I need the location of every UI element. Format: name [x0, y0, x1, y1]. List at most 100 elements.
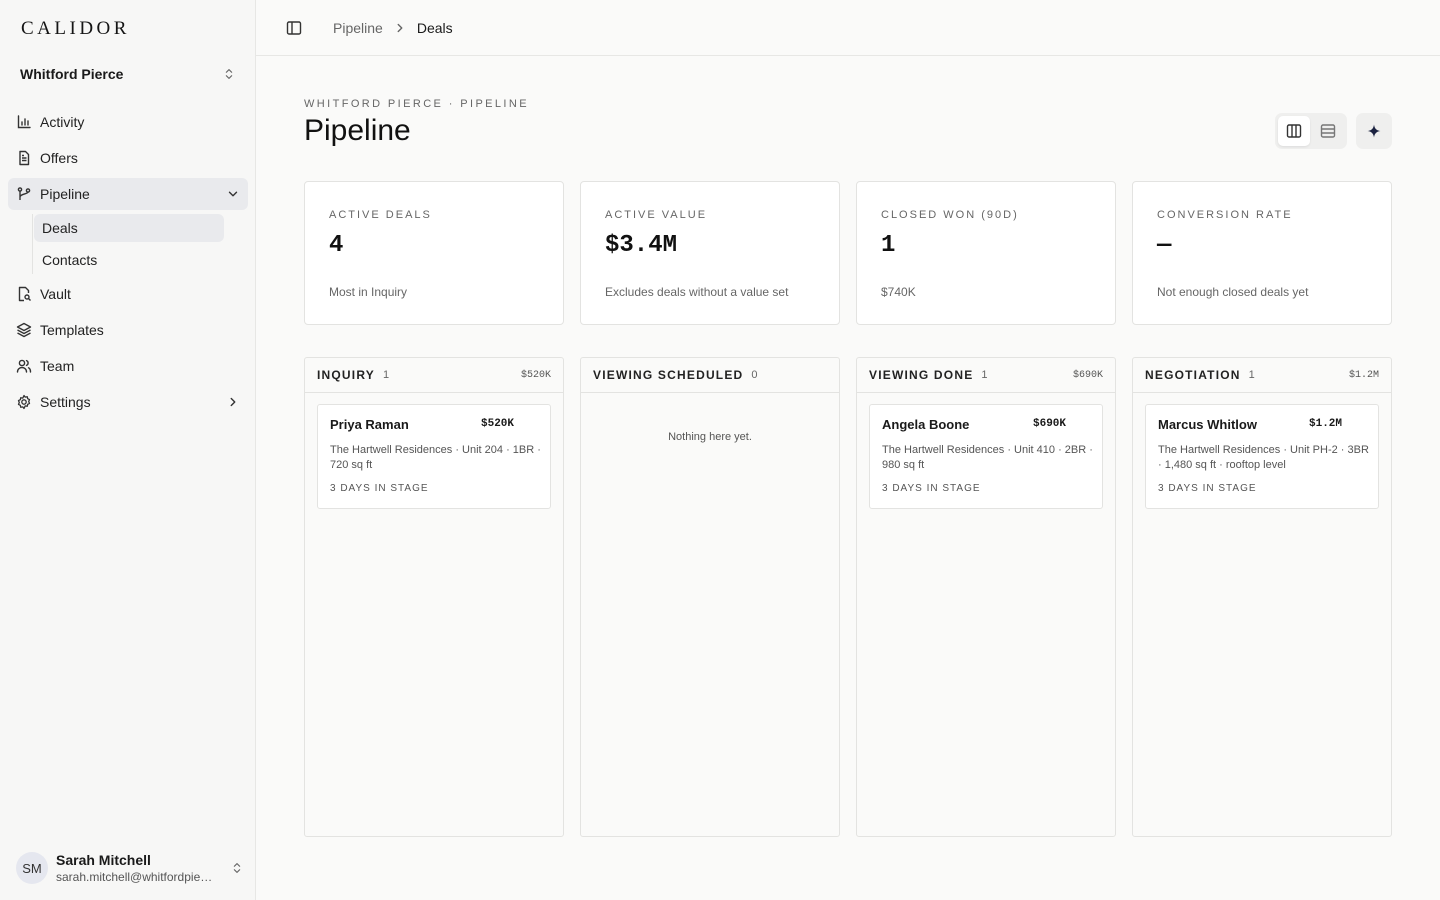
sidebar-item-deals[interactable]: Deals	[34, 214, 224, 242]
stat-note: Excludes deals without a value set	[605, 285, 789, 299]
avatar: SM	[16, 852, 48, 884]
column-sum: $690K	[1072, 369, 1103, 381]
sidebar-item-label: Activity	[40, 114, 85, 130]
user-info: Sarah Mitchell sarah.mitchell@whitfordpi…	[56, 852, 230, 885]
sidebar-item-label: Team	[40, 358, 75, 374]
deal-description: The Hartwell Residences · Unit 410 · 2BR…	[882, 444, 1093, 471]
column-title: VIEWING SCHEDULED	[593, 368, 744, 382]
deal-contact-name: Angela Boone	[882, 417, 970, 432]
deal-card[interactable]: Priya Raman $520K The Hartwell Residence…	[317, 404, 551, 509]
stat-card-closed-won: CLOSED WON (90D) 1 $740K	[856, 181, 1116, 325]
stat-value: $3.4M	[605, 232, 678, 259]
column-negotiation: NEGOTIATION 1 $1.2M Marcus Whitlow $1.2M…	[1132, 357, 1392, 837]
user-menu[interactable]: SM Sarah Mitchell sarah.mitchell@whitfor…	[16, 850, 244, 886]
empty-state: Nothing here yet.	[668, 431, 752, 443]
column-title: VIEWING DONE	[869, 368, 974, 382]
sidebar-nav: Activity Offers Pipeline Deals Contacts …	[8, 106, 248, 422]
deal-description: The Hartwell Residences · Unit 204 · 1BR…	[330, 444, 541, 471]
deal-days-in-stage: 3 DAYS IN STAGE	[882, 483, 981, 494]
file-search-icon	[16, 286, 32, 302]
gear-icon	[16, 394, 32, 410]
column-title: NEGOTIATION	[1145, 368, 1241, 382]
deal-contact-name: Marcus Whitlow	[1158, 417, 1257, 432]
sidebar-item-label: Templates	[40, 322, 104, 338]
rows-icon	[1320, 124, 1336, 138]
columns-icon	[1286, 124, 1302, 138]
stat-label: ACTIVE DEALS	[329, 209, 432, 221]
ai-assist-button[interactable]	[1356, 113, 1392, 149]
column-header: VIEWING DONE 1 $690K	[857, 358, 1115, 393]
sidebar: CALIDOR Whitford Pierce Activity Offers …	[0, 0, 256, 900]
column-title: INQUIRY	[317, 368, 375, 382]
stat-value: 1	[881, 232, 896, 259]
list-view-button[interactable]	[1312, 116, 1344, 146]
org-name: Whitford Pierce	[20, 66, 124, 82]
chevron-right-icon	[393, 21, 407, 35]
bar-chart-icon	[16, 114, 32, 130]
stat-value: 4	[329, 232, 344, 259]
page-title: Pipeline	[304, 114, 411, 147]
layers-icon	[16, 322, 32, 338]
deal-days-in-stage: 3 DAYS IN STAGE	[1158, 483, 1257, 494]
deal-value: $520K	[481, 418, 515, 430]
breadcrumb: Pipeline Deals	[333, 20, 453, 36]
stat-label: ACTIVE VALUE	[605, 209, 708, 221]
sidebar-item-vault[interactable]: Vault	[8, 278, 248, 310]
column-header: NEGOTIATION 1 $1.2M	[1133, 358, 1391, 393]
deal-value: $690K	[1033, 418, 1067, 430]
sidebar-item-activity[interactable]: Activity	[8, 106, 248, 138]
deal-contact-name: Priya Raman	[330, 417, 409, 432]
deal-value: $1.2M	[1309, 418, 1343, 430]
sidebar-item-label: Pipeline	[40, 186, 90, 202]
column-sum: $1.2M	[1348, 369, 1379, 381]
deal-card[interactable]: Angela Boone $690K The Hartwell Residenc…	[869, 404, 1103, 509]
column-count: 1	[981, 369, 988, 381]
stat-note: Most in Inquiry	[329, 285, 408, 299]
column-count: 0	[751, 369, 758, 381]
sidebar-item-label: Vault	[40, 286, 71, 302]
user-email: sarah.mitchell@whitfordpierce.com	[56, 869, 214, 884]
column-header: INQUIRY 1 $520K	[305, 358, 563, 393]
stat-label: CLOSED WON (90D)	[881, 209, 1019, 221]
chevron-up-down-icon	[225, 69, 233, 79]
stat-note: $740K	[881, 285, 916, 299]
column-sum: $520K	[520, 369, 551, 381]
sidebar-item-pipeline[interactable]: Pipeline	[8, 178, 248, 210]
stat-card-active-value: ACTIVE VALUE $3.4M Excludes deals withou…	[580, 181, 840, 325]
breadcrumb-deals: Deals	[416, 19, 453, 36]
user-name: Sarah Mitchell	[56, 851, 151, 868]
app-logo: CALIDOR	[21, 18, 130, 39]
breadcrumb-pipeline[interactable]: Pipeline	[333, 20, 383, 36]
sidebar-item-label: Settings	[40, 394, 91, 410]
column-header: VIEWING SCHEDULED 0	[581, 358, 839, 393]
users-icon	[16, 358, 32, 374]
stat-card-conversion-rate: CONVERSION RATE — Not enough closed deal…	[1132, 181, 1392, 325]
sparkle-icon	[1367, 124, 1381, 138]
sidebar-toggle-icon[interactable]	[286, 20, 302, 36]
page-eyebrow: WHITFORD PIERCE · PIPELINE	[304, 98, 529, 110]
sidebar-item-templates[interactable]: Templates	[8, 314, 248, 346]
chevron-right-icon	[230, 397, 236, 407]
stat-card-active-deals: ACTIVE DEALS 4 Most in Inquiry	[304, 181, 564, 325]
sidebar-item-label: Offers	[40, 150, 78, 166]
column-inquiry: INQUIRY 1 $520K Priya Raman $520K The Ha…	[304, 357, 564, 837]
org-switcher[interactable]: Whitford Pierce	[8, 58, 248, 90]
column-count: 1	[382, 369, 390, 381]
sidebar-item-settings[interactable]: Settings	[8, 386, 248, 418]
column-count: 1	[1248, 369, 1255, 381]
topbar: Pipeline Deals	[256, 0, 1440, 56]
sidebar-item-contacts[interactable]: Contacts	[34, 246, 224, 274]
branch-icon	[16, 186, 32, 202]
stat-note: Not enough closed deals yet	[1157, 285, 1309, 299]
sidebar-item-team[interactable]: Team	[8, 350, 248, 382]
deal-card[interactable]: Marcus Whitlow $1.2M The Hartwell Reside…	[1145, 404, 1379, 509]
stat-value: —	[1157, 232, 1172, 259]
column-viewing-scheduled: VIEWING SCHEDULED 0 Nothing here yet.	[580, 357, 840, 837]
column-viewing-done: VIEWING DONE 1 $690K Angela Boone $690K …	[856, 357, 1116, 837]
sidebar-item-offers[interactable]: Offers	[8, 142, 248, 174]
deal-days-in-stage: 3 DAYS IN STAGE	[330, 483, 429, 494]
deal-description: The Hartwell Residences · Unit PH-2 · 3B…	[1158, 444, 1369, 471]
board-view-button[interactable]	[1278, 116, 1310, 146]
document-icon	[16, 150, 32, 166]
pipeline-subnav: Deals Contacts	[32, 214, 248, 274]
